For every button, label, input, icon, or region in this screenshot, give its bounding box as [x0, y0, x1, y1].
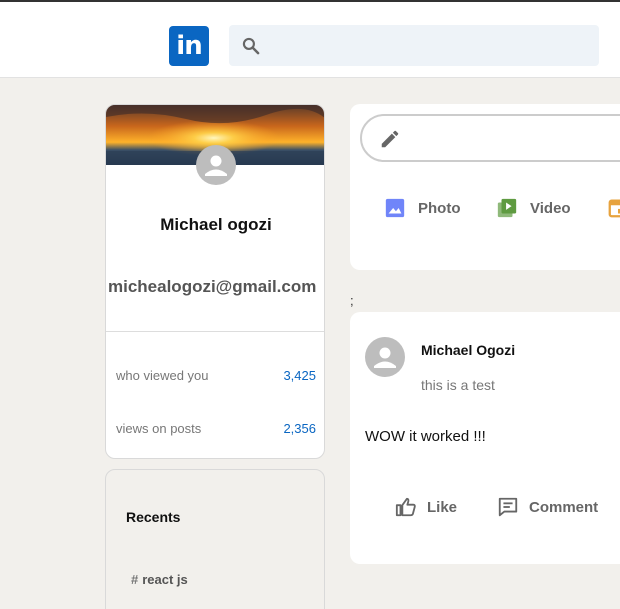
stat-label: who viewed you: [116, 368, 209, 383]
avatar-icon[interactable]: [196, 145, 236, 185]
photo-button[interactable]: Photo: [384, 197, 461, 219]
recent-item-react-js[interactable]: # react js: [131, 572, 188, 587]
image-icon: [385, 198, 405, 218]
post-card: Michael Ogozi this is a test WOW it work…: [350, 312, 620, 564]
hash-icon: #: [131, 572, 139, 587]
search-bar[interactable]: [229, 25, 599, 66]
linkedin-logo[interactable]: in: [169, 26, 209, 66]
search-icon: [242, 37, 260, 55]
post-author[interactable]: Michael Ogozi: [421, 342, 515, 358]
comment-icon: [498, 497, 518, 517]
comment-button[interactable]: Comment: [497, 496, 598, 518]
profile-email: michealogozi@gmail.com: [108, 277, 317, 296]
post-subtitle: this is a test: [421, 377, 495, 393]
like-button[interactable]: Like: [395, 496, 457, 518]
profile-divider: [106, 331, 324, 332]
comment-label: Comment: [529, 498, 599, 516]
stat-label: views on posts: [116, 421, 202, 436]
thumbs-up-icon: [395, 497, 416, 517]
post-body: WOW it worked !!!: [365, 428, 486, 445]
recents-card: Recents # react js: [105, 469, 325, 609]
video-button[interactable]: Video: [496, 197, 571, 219]
stat-value: 3,425: [283, 368, 316, 383]
pencil-icon: [381, 130, 399, 148]
recents-title: Recents: [126, 509, 181, 525]
top-navbar: in: [0, 2, 620, 78]
stat-value: 2,356: [283, 421, 316, 436]
stat-views-on-posts[interactable]: views on posts 2,356: [116, 421, 316, 436]
share-box: Photo Video: [350, 104, 620, 270]
start-post-input[interactable]: [360, 114, 620, 162]
recent-item-label: react js: [142, 572, 188, 587]
stray-text: ;: [350, 293, 354, 308]
video-icon: [497, 198, 517, 218]
event-button[interactable]: [607, 197, 620, 219]
photo-label: Photo: [418, 199, 461, 217]
avatar-icon[interactable]: [365, 337, 405, 377]
video-label: Video: [530, 199, 571, 217]
profile-card: Michael ogozi michealogozi@gmail.com who…: [105, 104, 325, 459]
stat-who-viewed[interactable]: who viewed you 3,425: [116, 368, 316, 383]
profile-name[interactable]: Michael ogozi: [106, 215, 324, 235]
like-label: Like: [427, 498, 458, 516]
calendar-icon: [608, 199, 620, 218]
